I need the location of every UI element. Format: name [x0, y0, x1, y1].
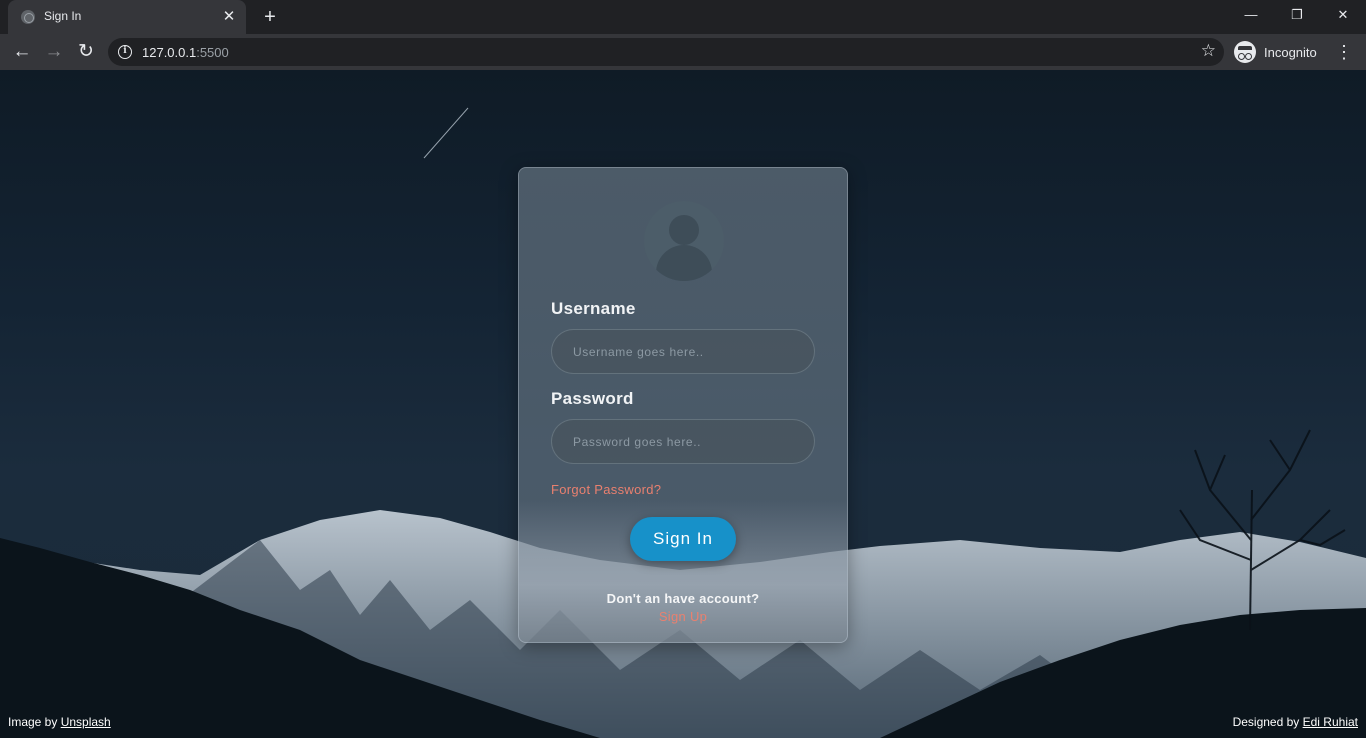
active-tab[interactable]: Sign In ✕ — [8, 0, 246, 34]
password-input[interactable] — [551, 419, 815, 464]
image-credit: Image by Unsplash — [8, 715, 111, 729]
restore-icon[interactable]: ❐ — [1274, 0, 1320, 30]
sign-up-link[interactable]: Sign Up — [519, 609, 847, 624]
incognito-label: Incognito — [1264, 44, 1317, 60]
designer-credit: Designed by Edi Ruhiat — [1233, 715, 1358, 729]
image-credit-prefix: Image by — [8, 715, 61, 729]
tab-close-icon[interactable]: ✕ — [219, 7, 239, 27]
url-text: 127.0.0.1:5500 — [142, 45, 229, 60]
tab-strip: Sign In ✕ + — ❐ ✕ — [0, 0, 1366, 34]
minimize-icon[interactable]: — — [1228, 0, 1274, 30]
incognito-indicator[interactable]: Incognito — [1234, 40, 1317, 64]
browser-toolbar: ← → ↻ i 127.0.0.1:5500 ☆ Incognito ⋮ — [0, 34, 1366, 70]
forward-icon[interactable]: → — [40, 38, 68, 66]
plus-icon[interactable]: + — [258, 6, 282, 28]
unsplash-link[interactable]: Unsplash — [61, 715, 111, 729]
username-label: Username — [551, 299, 636, 318]
globe-icon — [21, 10, 35, 24]
sign-in-button[interactable]: Sign In — [630, 517, 736, 561]
star-icon[interactable]: ☆ — [1201, 41, 1216, 61]
reload-icon[interactable]: ↻ — [72, 38, 100, 66]
kebab-menu-icon[interactable]: ⋮ — [1334, 38, 1354, 66]
designer-credit-prefix: Designed by — [1232, 715, 1303, 729]
forgot-password-link[interactable]: Forgot Password? — [551, 482, 661, 497]
back-icon[interactable]: ← — [8, 38, 36, 66]
designer-link[interactable]: Edi Ruhiat — [1303, 715, 1358, 729]
page-viewport: Username Password Forgot Password? Sign … — [0, 70, 1366, 738]
login-card: Username Password Forgot Password? Sign … — [518, 167, 848, 643]
user-avatar-icon — [644, 201, 724, 281]
info-icon[interactable]: i — [118, 45, 132, 59]
password-label: Password — [551, 389, 634, 408]
close-window-icon[interactable]: ✕ — [1320, 0, 1366, 30]
address-bar[interactable]: i 127.0.0.1:5500 ☆ — [108, 38, 1224, 66]
incognito-icon — [1234, 41, 1256, 63]
username-input[interactable] — [551, 329, 815, 374]
no-account-text: Don't an have account? — [606, 591, 760, 606]
tab-title: Sign In — [44, 9, 82, 23]
